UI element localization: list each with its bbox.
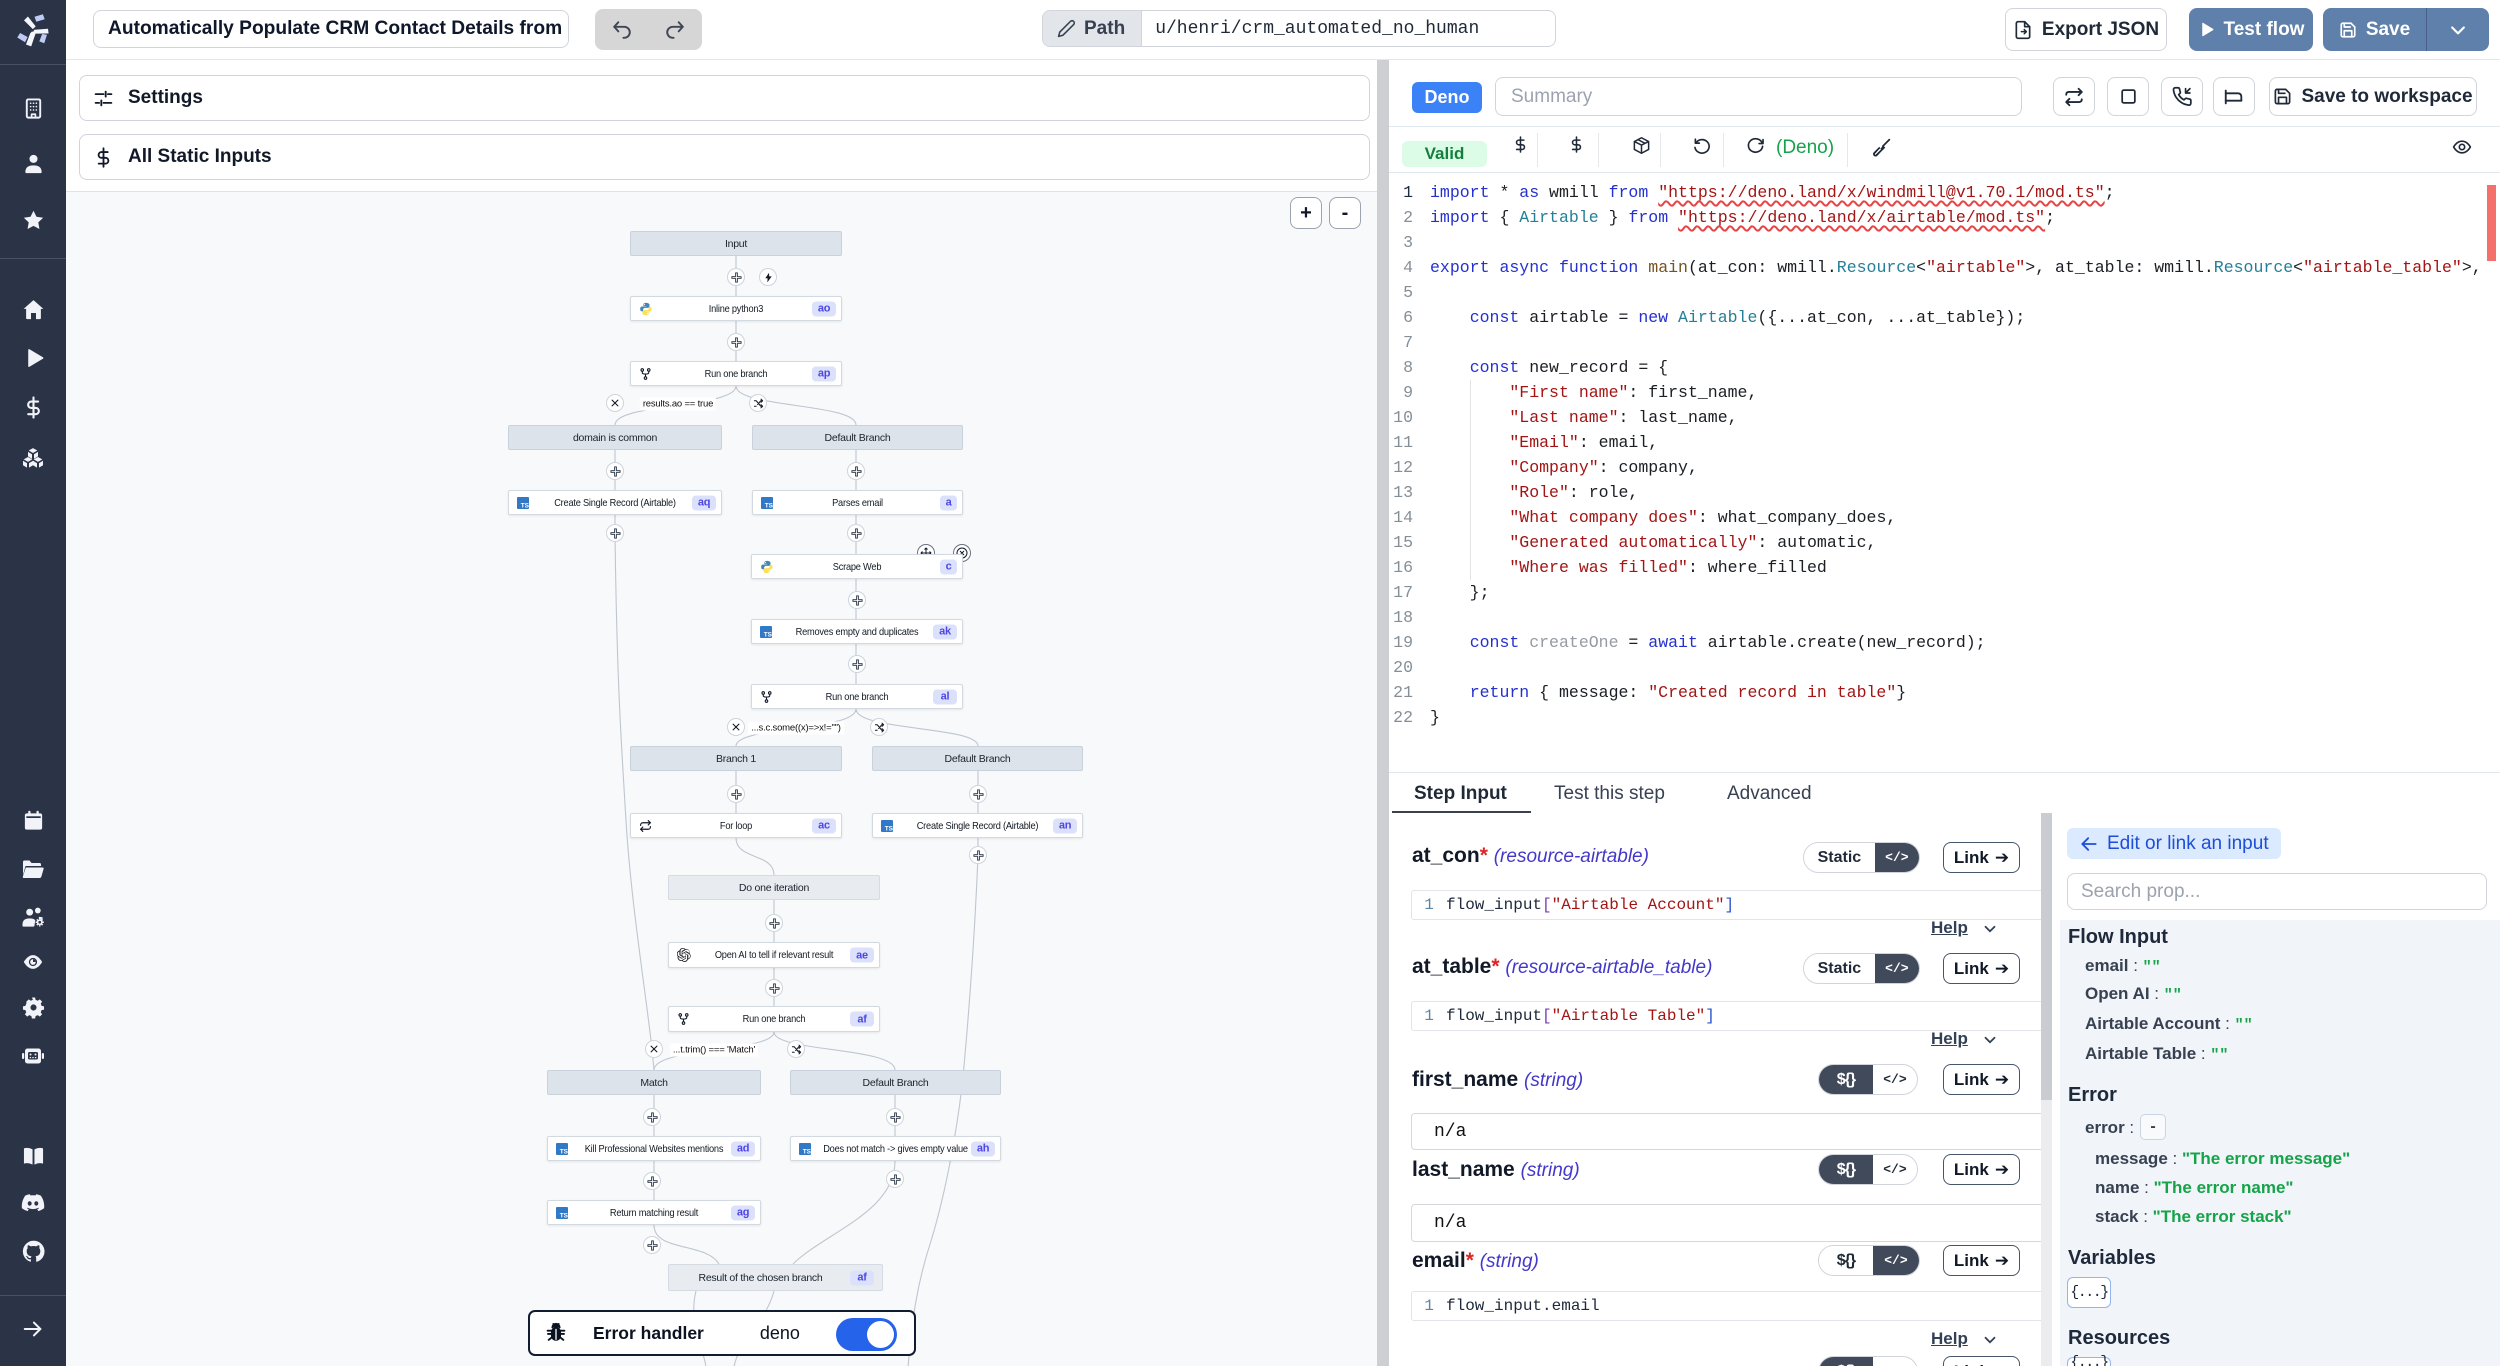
svg-text:TS: TS — [560, 1148, 568, 1155]
svg-text:TS: TS — [885, 825, 893, 832]
svg-text:TS: TS — [764, 631, 772, 638]
svg-text:TS: TS — [560, 1212, 568, 1219]
svg-text:TS: TS — [803, 1148, 811, 1155]
svg-text:TS: TS — [521, 502, 529, 509]
svg-text:TS: TS — [765, 502, 773, 509]
